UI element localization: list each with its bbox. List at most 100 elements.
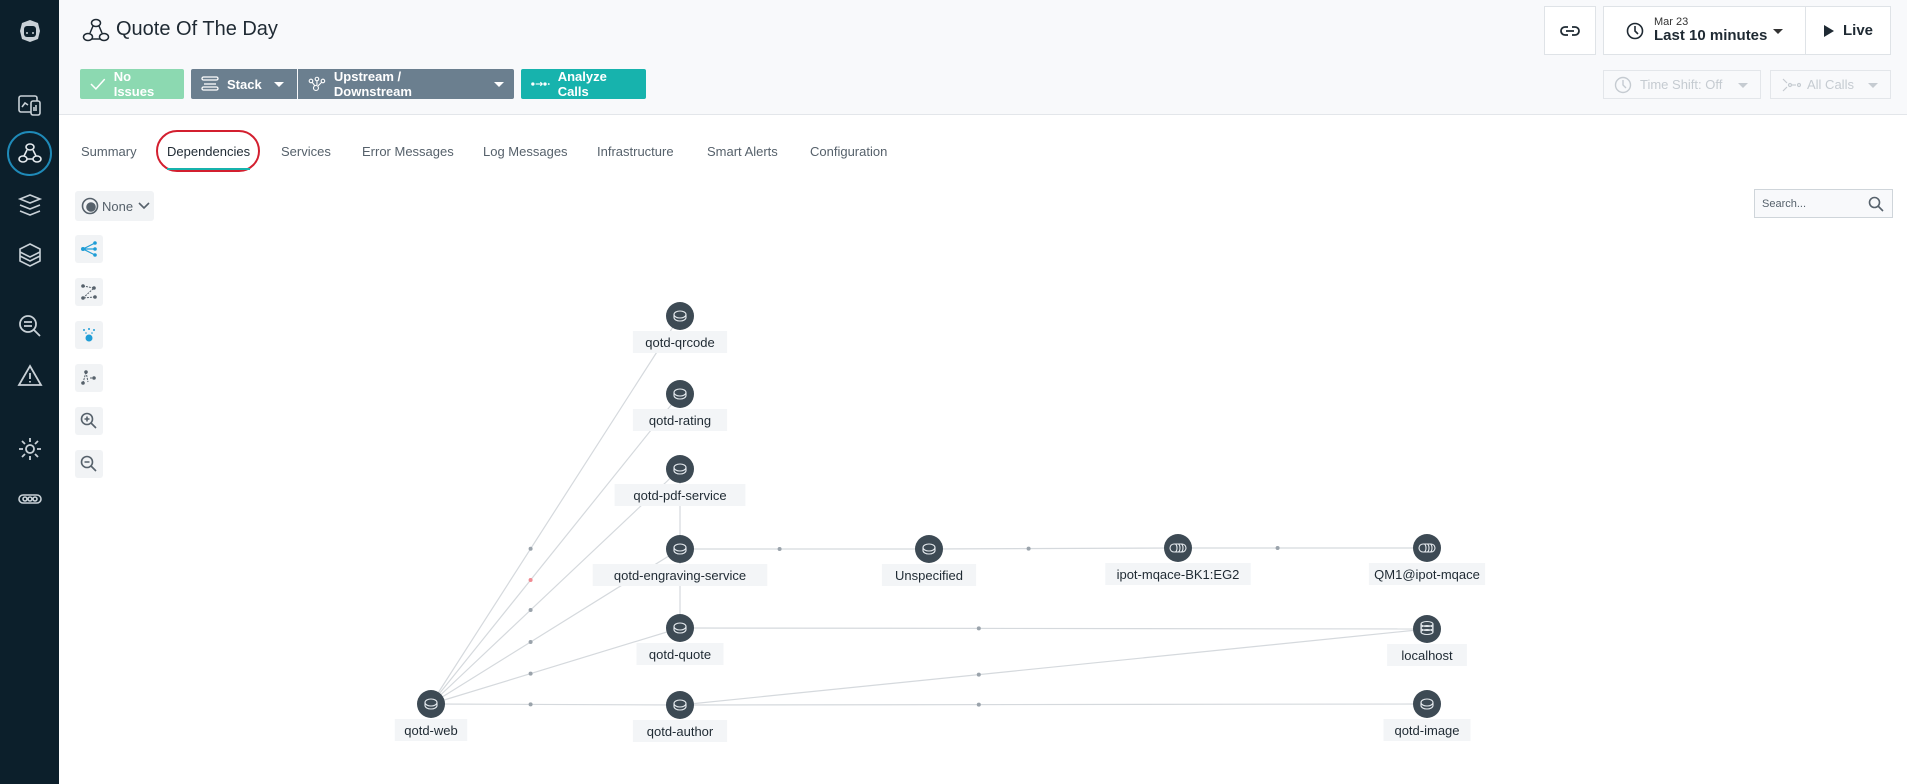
- edge-line[interactable]: [679, 703, 1428, 706]
- edge[interactable]: [430, 702, 681, 707]
- calls-filter-icon: [1782, 78, 1801, 91]
- search-placeholder: Search...: [1762, 197, 1807, 210]
- grouping-icon: [81, 197, 99, 215]
- edge[interactable]: [679, 702, 1428, 707]
- zoom-in-icon: [80, 412, 97, 429]
- applications-icon[interactable]: [7, 131, 52, 176]
- edge[interactable]: [928, 546, 1179, 551]
- node-circle[interactable]: [666, 455, 694, 483]
- graph-search-input[interactable]: Search...: [1754, 189, 1893, 218]
- live-label: Live: [1842, 22, 1873, 39]
- graph-node[interactable]: Unspecified: [881, 535, 977, 586]
- edge-marker: [777, 547, 782, 551]
- logo-icon[interactable]: [7, 8, 52, 53]
- stack-dropdown[interactable]: Stack: [191, 69, 297, 99]
- application-icon: [82, 18, 110, 42]
- node-label: Unspecified: [895, 568, 963, 583]
- all-calls-label: All Calls: [1807, 77, 1854, 92]
- edge-line[interactable]: [679, 627, 1428, 630]
- time-shift-dropdown[interactable]: Time Shift: Off: [1603, 70, 1761, 99]
- dependency-graph[interactable]: qotd-qrcode qotd-rating qotd-pdf-service qo…: [59, 173, 1907, 784]
- node-circle[interactable]: [417, 690, 445, 718]
- highlight-button[interactable]: [75, 321, 103, 349]
- node-circle[interactable]: [1164, 534, 1192, 562]
- settings-icon[interactable]: [7, 426, 52, 471]
- node-circle[interactable]: [1413, 534, 1441, 562]
- upstream-downstream-dropdown[interactable]: Upstream / Downstream: [298, 69, 514, 99]
- upstream-downstream-label: Upstream / Downstream: [333, 69, 412, 99]
- live-button[interactable]: Live: [1805, 6, 1891, 55]
- infrastructure-icon[interactable]: [7, 232, 52, 277]
- edge-marker: [528, 640, 533, 644]
- analyze-calls-button[interactable]: Analyze Calls: [521, 69, 646, 99]
- graph-node[interactable]: qotd-qrcode: [632, 302, 728, 353]
- node-circle[interactable]: [666, 691, 694, 719]
- edge-line[interactable]: [430, 703, 681, 706]
- edge-marker: [528, 671, 533, 676]
- no-issues-button[interactable]: No Issues: [80, 69, 184, 99]
- time-range-picker[interactable]: Mar 23 Last 10 minutes: [1603, 6, 1805, 55]
- tab-infrastructure[interactable]: Infrastructure: [597, 144, 674, 159]
- share-link-button[interactable]: [1544, 6, 1596, 55]
- chevron-down-icon: [1738, 83, 1748, 88]
- node-label: qotd-pdf-service: [633, 488, 726, 503]
- graph-node[interactable]: ipot-mqace-BK1:EG2: [1105, 534, 1251, 585]
- analytics-icon[interactable]: [7, 303, 52, 348]
- node-circle[interactable]: [915, 535, 943, 563]
- node-circle[interactable]: [666, 614, 694, 642]
- edge[interactable]: [679, 626, 1428, 631]
- edges-layer: [430, 315, 1428, 707]
- graph-node[interactable]: QM1@ipot-mqace: [1368, 534, 1486, 585]
- tab-services[interactable]: Services: [281, 144, 331, 159]
- layout-hierarchy-button[interactable]: [75, 235, 103, 263]
- edge-line[interactable]: [430, 627, 681, 705]
- edge-marker: [528, 608, 533, 612]
- graph-node[interactable]: qotd-engraving-service: [592, 535, 768, 586]
- graph-node[interactable]: qotd-pdf-service: [614, 455, 746, 506]
- node-circle[interactable]: [666, 380, 694, 408]
- layout-force-button[interactable]: [75, 278, 103, 306]
- events-icon[interactable]: [7, 353, 52, 398]
- tab-summary[interactable]: Summary: [81, 144, 137, 159]
- edge-line[interactable]: [679, 628, 1428, 706]
- tab-bar: Summary Dependencies Services Error Mess…: [59, 116, 1907, 173]
- dependency-graph-canvas[interactable]: qotd-qrcode qotd-rating qotd-pdf-service qo…: [59, 173, 1907, 784]
- edge[interactable]: [679, 628, 1428, 706]
- node-label: qotd-qrcode: [645, 335, 714, 350]
- edge[interactable]: [680, 547, 929, 551]
- all-calls-dropdown[interactable]: All Calls: [1770, 70, 1891, 99]
- edge[interactable]: [1178, 546, 1427, 550]
- graph-node[interactable]: qotd-rating: [632, 380, 728, 431]
- page-title: Quote Of The Day: [116, 18, 278, 40]
- grouping-dropdown[interactable]: None: [75, 191, 154, 221]
- more-icon[interactable]: [7, 476, 52, 521]
- platforms-icon[interactable]: [7, 182, 52, 227]
- graph-node[interactable]: qotd-image: [1383, 690, 1471, 741]
- check-icon: [90, 78, 106, 90]
- search-icon[interactable]: [1868, 196, 1884, 212]
- node-circle[interactable]: [1413, 690, 1441, 718]
- link-icon: [1560, 25, 1580, 36]
- analyze-calls-label: Analyze Calls: [557, 69, 607, 99]
- highlight-icon: [83, 328, 95, 342]
- layout-flow-button[interactable]: [75, 364, 103, 392]
- edge[interactable]: [430, 627, 681, 705]
- play-icon: [1823, 24, 1834, 37]
- graph-node[interactable]: qotd-author: [632, 691, 728, 742]
- edge-line[interactable]: [928, 547, 1179, 550]
- tab-log-messages[interactable]: Log Messages: [483, 144, 568, 159]
- calls-icon: [531, 81, 550, 87]
- graph-node[interactable]: qotd-web: [394, 690, 468, 741]
- edge-marker: [1026, 546, 1031, 551]
- stack-label: Stack: [227, 76, 262, 92]
- graph-node[interactable]: localhost: [1387, 615, 1467, 666]
- node-circle[interactable]: [666, 302, 694, 330]
- zoom-in-button[interactable]: [75, 407, 103, 435]
- tab-error-messages[interactable]: Error Messages: [362, 144, 454, 159]
- zoom-out-button[interactable]: [75, 450, 103, 478]
- graph-node[interactable]: qotd-quote: [636, 614, 724, 665]
- tab-smart-alerts[interactable]: Smart Alerts: [707, 144, 778, 159]
- tab-configuration[interactable]: Configuration: [810, 144, 887, 159]
- node-circle[interactable]: [666, 535, 694, 563]
- websites-mobile-icon[interactable]: [7, 82, 52, 127]
